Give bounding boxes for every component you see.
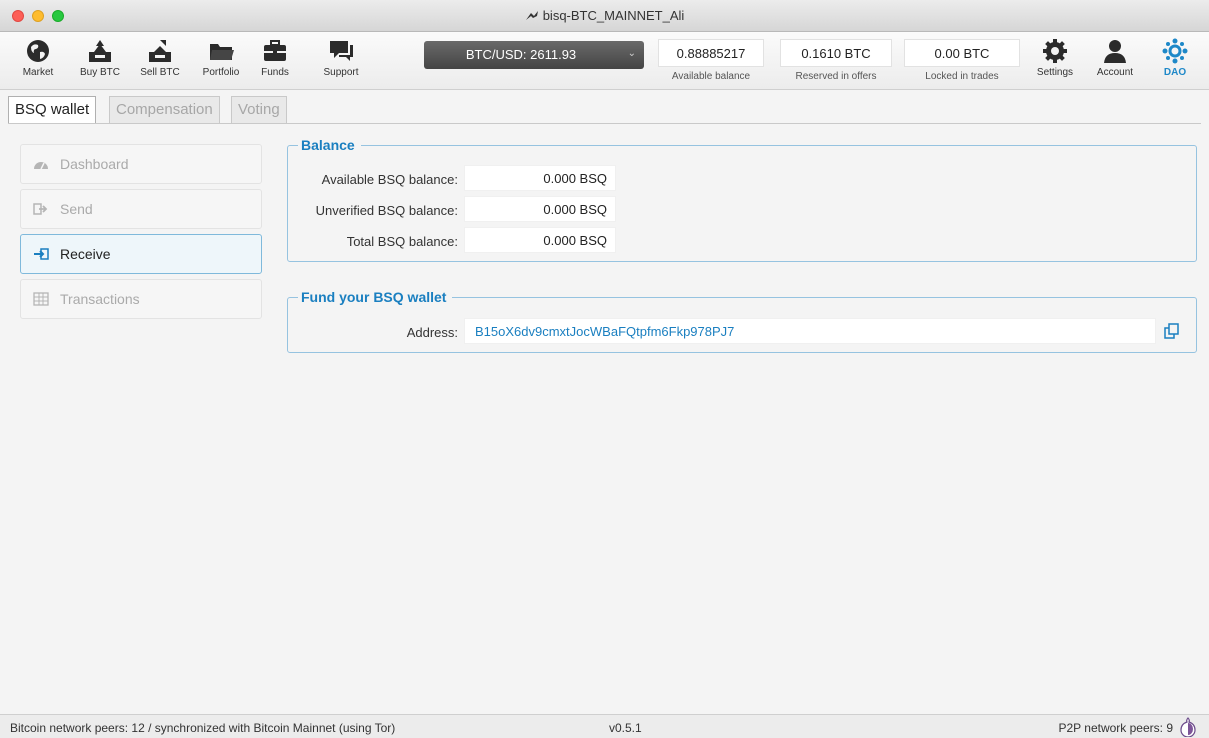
globe-icon — [27, 40, 49, 62]
nav-market-button[interactable]: Market — [18, 38, 58, 86]
dashboard-icon — [34, 162, 48, 170]
briefcase-icon — [264, 40, 286, 61]
total-bsq-field: 0.000 BSQ — [464, 227, 616, 253]
balance-group: Balance Available BSQ balance: 0.000 BSQ… — [287, 137, 1197, 262]
sidebar-item-transactions[interactable]: Transactions — [20, 279, 262, 319]
balance-group-title: Balance — [298, 137, 361, 153]
nav-portfolio-button[interactable]: Portfolio — [198, 38, 244, 86]
tab-bsq-wallet[interactable]: BSQ wallet — [8, 96, 97, 124]
fund-wallet-title: Fund your BSQ wallet — [298, 289, 453, 305]
sidebar-item-send[interactable]: Send — [20, 189, 262, 229]
nav-dao-button[interactable]: DAO — [1158, 38, 1192, 86]
tab-voting[interactable]: Voting — [231, 96, 287, 124]
available-balance-caption: Available balance — [671, 71, 751, 82]
locked-balance-value: 0.00 BTC — [904, 39, 1020, 67]
nav-settings-button[interactable]: Settings — [1034, 38, 1076, 86]
buy-btc-icon — [89, 40, 111, 62]
table-icon — [33, 292, 49, 306]
sidebar-item-label: Dashboard — [60, 156, 129, 172]
price-feed-label: BTC/USD: 2611.93 — [465, 47, 577, 62]
receive-icon — [34, 248, 49, 260]
nav-support-button[interactable]: Support — [316, 38, 366, 86]
send-icon — [33, 203, 48, 215]
gear-icon — [1043, 39, 1067, 63]
bitcoin-network-status: Bitcoin network peers: 12 / synchronized… — [10, 721, 396, 735]
nav-account-button[interactable]: Account — [1094, 38, 1136, 86]
tor-onion-icon — [1180, 717, 1196, 737]
chat-icon — [330, 41, 353, 61]
address-label: Address: — [406, 325, 458, 340]
fund-wallet-group: Fund your BSQ wallet Address: B15oX6dv9c… — [287, 289, 1197, 353]
dao-icon — [1162, 38, 1188, 64]
chevron-down-icon: ⌄ — [627, 48, 636, 59]
user-icon — [1104, 40, 1126, 63]
window-title: bisq-BTC_MAINNET_Ali — [0, 8, 1209, 23]
sidebar-item-label: Send — [60, 201, 93, 217]
sell-btc-icon — [149, 40, 171, 62]
locked-balance-box: 0.00 BTC Locked in trades — [904, 39, 1020, 82]
window-titlebar: bisq-BTC_MAINNET_Ali — [0, 0, 1209, 32]
unverified-bsq-label: Unverified BSQ balance: — [315, 203, 458, 218]
unverified-bsq-field: 0.000 BSQ — [464, 196, 616, 222]
reserved-balance-caption: Reserved in offers — [795, 71, 877, 82]
app-version: v0.5.1 — [609, 721, 642, 735]
sidebar-item-label: Transactions — [60, 291, 140, 307]
available-balance-value: 0.88885217 — [658, 39, 764, 67]
reserved-balance-value: 0.1610 BTC — [780, 39, 892, 67]
locked-balance-caption: Locked in trades — [925, 71, 999, 82]
sidebar-item-dashboard[interactable]: Dashboard — [20, 144, 262, 184]
status-bar: Bitcoin network peers: 12 / synchronized… — [0, 714, 1209, 738]
tab-content-divider — [8, 123, 1201, 124]
available-bsq-field: 0.000 BSQ — [464, 165, 616, 191]
folder-icon — [210, 44, 234, 60]
copy-address-icon[interactable] — [1164, 323, 1180, 339]
bsq-address-field[interactable]: B15oX6dv9cmxtJocWBaFQtpfm6Fkp978PJ7 — [464, 318, 1156, 344]
nav-buy-btc-button[interactable]: Buy BTC — [76, 38, 124, 86]
p2p-network-status: P2P network peers: 9 — [1058, 721, 1173, 735]
sidebar-item-receive[interactable]: Receive — [20, 234, 262, 274]
price-feed-selector[interactable]: BTC/USD: 2611.93 ⌄ — [424, 41, 644, 69]
nav-funds-button[interactable]: Funds — [258, 38, 292, 86]
tab-compensation[interactable]: Compensation — [109, 96, 220, 124]
available-bsq-label: Available BSQ balance: — [321, 172, 458, 187]
reserved-balance-box: 0.1610 BTC Reserved in offers — [780, 39, 892, 82]
bisq-logo-icon — [525, 11, 538, 20]
sidebar-item-label: Receive — [60, 246, 111, 262]
total-bsq-label: Total BSQ balance: — [346, 234, 458, 249]
available-balance-box: 0.88885217 Available balance — [658, 39, 764, 82]
nav-sell-btc-button[interactable]: Sell BTC — [136, 38, 184, 86]
